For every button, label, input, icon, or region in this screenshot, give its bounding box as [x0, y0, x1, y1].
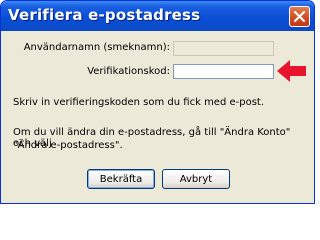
verification-code-label: Verifikationskod: — [87, 66, 170, 77]
verification-code-input[interactable] — [174, 71, 273, 84]
title-bar[interactable]: Verifiera e-postadress — [1, 1, 314, 31]
confirm-button[interactable]: Bekräfta — [87, 169, 155, 189]
window-title: Verifiera e-postadress — [8, 6, 201, 24]
dialog-window: Verifiera e-postadress Användarnamn (sme… — [0, 0, 315, 204]
instruction-text: Skriv in verifieringskoden som du fick m… — [13, 97, 265, 108]
cancel-button[interactable]: Avbryt — [162, 169, 230, 189]
red-arrow-icon — [277, 60, 306, 82]
username-input — [174, 48, 273, 61]
close-icon — [294, 11, 305, 22]
username-label: Användarnamn (smeknamn): — [23, 42, 170, 53]
verification-code-field[interactable] — [173, 64, 274, 84]
username-field — [173, 41, 274, 61]
dialog-content: Användarnamn (smeknamn): Verifikationsko… — [4, 31, 311, 202]
close-button[interactable] — [289, 6, 310, 27]
change-email-text-line2: "Ändra e-postadress". — [13, 140, 123, 151]
